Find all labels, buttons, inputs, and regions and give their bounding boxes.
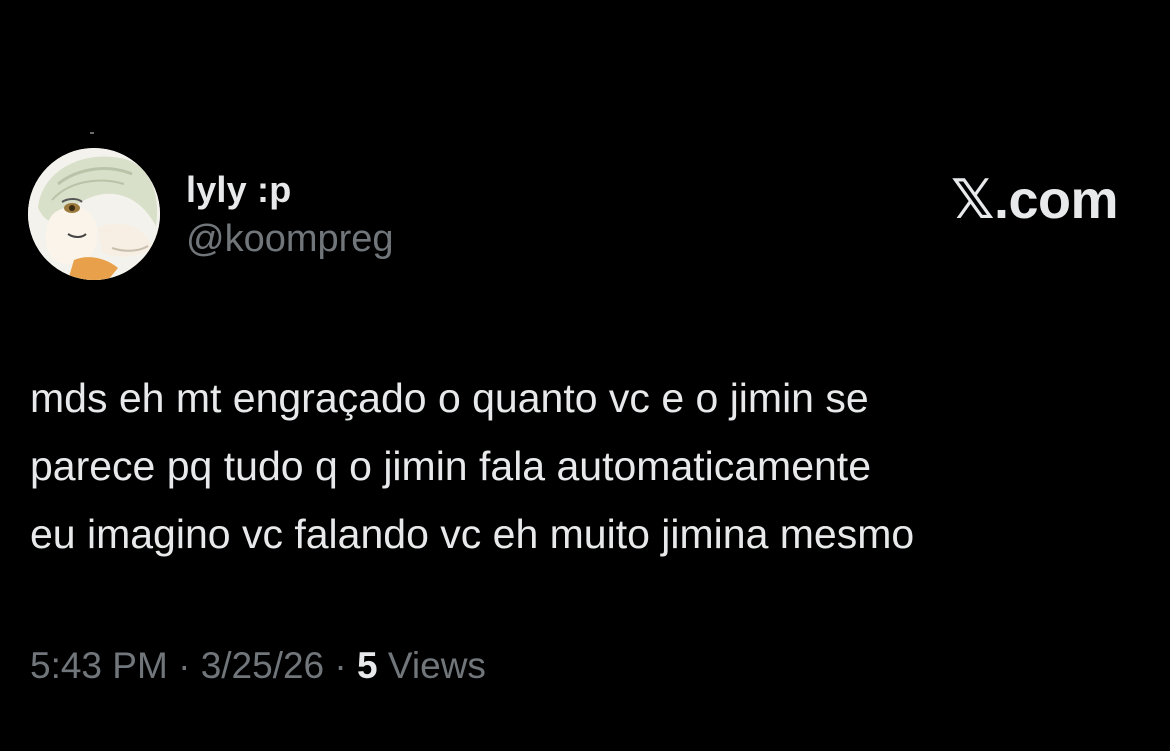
tweet-text-line: eu imagino vc falando vc eh muito jimina… [30, 511, 915, 557]
tweet-text-line: mds eh mt engraçado o quanto vc e o jimi… [30, 375, 869, 421]
meta-separator: · [178, 645, 191, 686]
tweet-text: mds eh mt engraçado o quanto vc e o jimi… [30, 364, 1140, 568]
tweet-card: lyly :p @koompreg 𝕏.com mds eh mt engraç… [0, 0, 1170, 751]
brand-domain: .com [993, 170, 1119, 230]
views-count: 5 [357, 645, 378, 686]
tweet-text-line: parece pq tudo q o jimin fala automatica… [30, 443, 872, 489]
tweet-date[interactable]: 3/25/26 [201, 645, 324, 686]
meta-separator: · [334, 645, 347, 686]
user-handle[interactable]: @koompreg [186, 218, 394, 260]
tweet-time[interactable]: 5:43 PM [30, 645, 168, 686]
x-brand-logo: 𝕏.com [951, 170, 1119, 230]
decorative-dot [90, 132, 94, 134]
anime-character-avatar-icon [28, 148, 160, 280]
tweet-header: lyly :p @koompreg 𝕏.com [28, 148, 1128, 284]
display-name[interactable]: lyly :p [186, 170, 394, 210]
avatar[interactable] [28, 148, 160, 280]
tweet-meta: 5:43 PM · 3/25/26 · 5 Views [30, 644, 486, 688]
views-label: Views [387, 645, 486, 686]
author-names: lyly :p @koompreg [186, 170, 394, 261]
x-logo-icon: 𝕏 [950, 168, 995, 231]
